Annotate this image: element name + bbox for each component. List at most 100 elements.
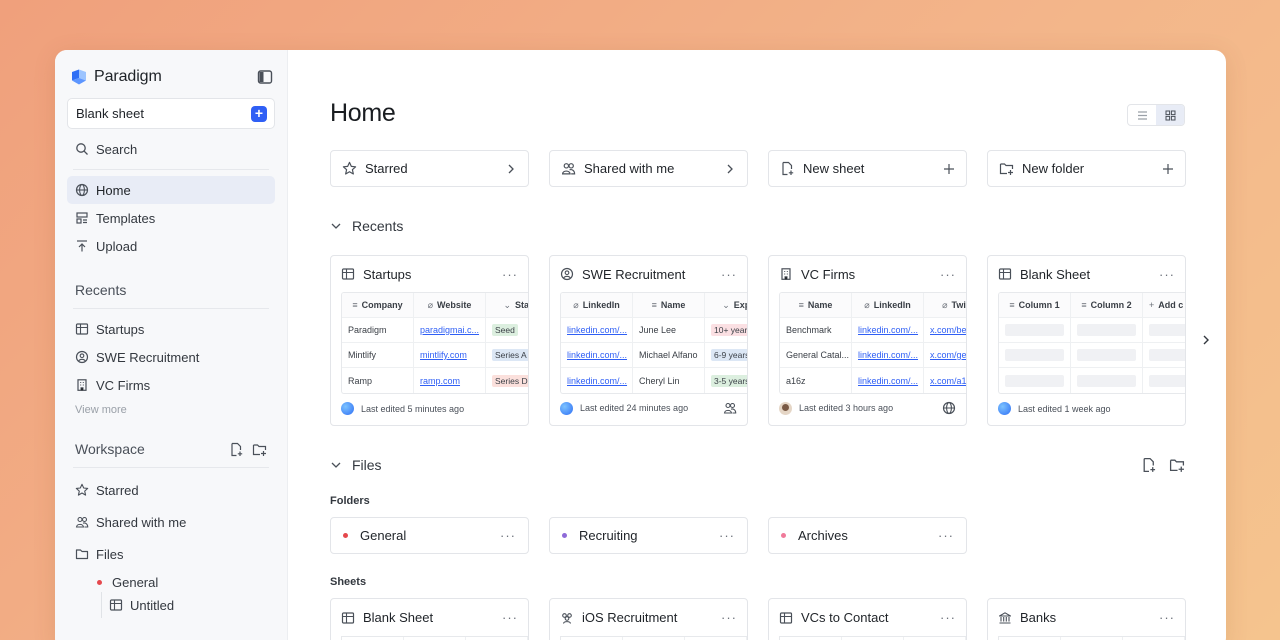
experience-tag: 3-5 years: [711, 374, 747, 387]
sheet-card-blank-sheet[interactable]: Blank Sheet ···: [330, 598, 529, 640]
sidebar-item-search[interactable]: Search: [67, 135, 275, 163]
table-icon: [341, 268, 355, 280]
sidebar-item-starred[interactable]: Starred: [67, 474, 275, 506]
card-footer: Last edited 5 minutes ago: [341, 402, 518, 415]
page-title: Home: [330, 99, 396, 127]
quick-starred-button[interactable]: Starred: [330, 150, 529, 187]
new-file-icon: [782, 161, 794, 176]
card-title: VC Firms: [801, 266, 856, 282]
more-options-icon[interactable]: ···: [500, 528, 516, 543]
preview-row: [999, 343, 1185, 368]
empty-cell-placeholder: [1149, 324, 1185, 336]
sidebar-item-shared[interactable]: Shared with me: [67, 506, 275, 538]
card-header: iOS Recruitment ···: [550, 599, 747, 636]
sheet-preview: ≡Company ⌀Website ⌄Stage Paradigm paradi…: [341, 292, 528, 394]
sidebar-recent-vc-firms[interactable]: VC Firms: [67, 371, 275, 399]
recent-card-startups[interactable]: Startups ··· ≡Company ⌀Website ⌄Stage Pa…: [330, 255, 529, 426]
list-view-button[interactable]: [1128, 105, 1156, 125]
recent-card-swe-recruitment[interactable]: SWE Recruitment ··· ⌀LinkedIn ≡Name ⌄Exp…: [549, 255, 748, 426]
star-icon: [75, 483, 89, 496]
sidebar-item-home[interactable]: Home: [67, 176, 275, 204]
recent-card-vc-firms[interactable]: VC Firms ··· ≡Name ⌀LinkedIn ⌀Twitte Ben…: [768, 255, 967, 426]
more-options-icon[interactable]: ···: [502, 267, 518, 282]
empty-cell-placeholder: [1005, 324, 1064, 336]
preview-cell: linkedin.com/...: [561, 318, 633, 342]
sidebar-item-upload[interactable]: Upload: [67, 232, 275, 260]
card-title: Banks: [1020, 610, 1057, 625]
folder-recruiting[interactable]: Recruiting ···: [549, 517, 748, 554]
preview-row: Ramp ramp.com Series D: [342, 368, 528, 393]
empty-cell-placeholder: [1077, 349, 1136, 361]
new-file-icon[interactable]: [229, 442, 244, 457]
stage-tag: Seed: [492, 324, 518, 336]
sidebar-item-templates[interactable]: Templates: [67, 204, 275, 232]
card-header: Banks ···: [988, 599, 1185, 636]
grid-view-button[interactable]: [1156, 105, 1184, 125]
more-options-icon[interactable]: ···: [940, 610, 956, 625]
card-footer: Last edited 1 week ago: [998, 402, 1175, 415]
sheets-list: Blank Sheet ··· iOS Recruitment ··· VCs …: [330, 598, 1186, 640]
recents-section-toggle[interactable]: Recents: [330, 218, 403, 234]
new-folder-icon[interactable]: [252, 442, 267, 457]
more-options-icon[interactable]: ···: [721, 267, 737, 282]
divider: [73, 169, 269, 170]
quick-new-sheet-button[interactable]: New sheet: [768, 150, 967, 187]
preview-cell: 3-5 years: [705, 368, 747, 393]
sidebar-recent-swe-recruitment[interactable]: SWE Recruitment: [67, 343, 275, 371]
more-options-icon[interactable]: ···: [721, 610, 737, 625]
preview-cell: [1143, 343, 1185, 367]
bank-icon: [998, 611, 1012, 624]
more-options-icon[interactable]: ···: [1159, 267, 1175, 282]
column-label: Exper: [733, 300, 747, 310]
more-options-icon[interactable]: ···: [940, 267, 956, 282]
chevron-right-icon[interactable]: [1200, 333, 1212, 347]
sidebar-collapse-icon[interactable]: [257, 69, 273, 85]
preview-cell: linkedin.com/...: [561, 368, 633, 393]
preview-cell: paradigmai.c...: [414, 318, 486, 342]
folder-general[interactable]: General ···: [330, 517, 529, 554]
link-text: x.com/be: [930, 325, 967, 335]
preview-cell: a16z: [780, 368, 852, 393]
experience-tag: 10+ years: [711, 324, 747, 336]
link-text: linkedin.com/...: [567, 375, 628, 386]
sheet-card-banks[interactable]: Banks ···: [987, 598, 1186, 640]
more-options-icon[interactable]: ···: [719, 528, 735, 543]
files-section-toggle[interactable]: Files: [330, 457, 382, 473]
folder-archives[interactable]: Archives ···: [768, 517, 967, 554]
sidebar-recent-startups[interactable]: Startups: [67, 315, 275, 343]
preview-row: [999, 318, 1185, 343]
view-more-link[interactable]: View more: [67, 399, 275, 421]
blank-sheet-label: Blank sheet: [76, 106, 144, 121]
sheet-card-vcs-to-contact[interactable]: VCs to Contact ···: [768, 598, 967, 640]
plus-icon: [1163, 163, 1173, 174]
new-file-icon[interactable]: [1141, 457, 1157, 473]
sidebar-item-label: VC Firms: [96, 377, 151, 393]
more-options-icon[interactable]: ···: [502, 610, 518, 625]
preview-row: Mintlify mintlify.com Series A: [342, 343, 528, 368]
chevron-right-icon: [727, 164, 733, 173]
card-title: VCs to Contact: [801, 610, 889, 625]
sidebar-sheet-untitled[interactable]: Untitled: [67, 592, 275, 618]
more-options-icon[interactable]: ···: [1159, 610, 1175, 625]
sidebar-item-files[interactable]: Files: [67, 538, 275, 570]
quick-shared-button[interactable]: Shared with me: [549, 150, 748, 187]
sheet-card-ios-recruitment[interactable]: iOS Recruitment ···: [549, 598, 748, 640]
stage-tag: Series D: [492, 374, 528, 387]
preview-cell: [1071, 318, 1143, 342]
sidebar-item-label: Shared with me: [96, 514, 187, 530]
more-options-icon[interactable]: ···: [938, 528, 954, 543]
preview-column-header: ≡ Column 2: [1071, 293, 1143, 317]
recent-card-blank-sheet[interactable]: Blank Sheet ··· ≡ Column 1 ≡ Column 2 + Add…: [987, 255, 1186, 426]
quick-new-folder-button[interactable]: New folder: [987, 150, 1186, 187]
preview-cell: x.com/be: [924, 318, 967, 342]
folder-color-dot: [343, 533, 348, 538]
card-footer: Last edited 24 minutes ago: [560, 401, 737, 415]
folder-label: Archives: [798, 528, 848, 543]
blank-sheet-button[interactable]: Blank sheet +: [67, 98, 275, 129]
sheet-preview: ≡Name ⌀LinkedIn ⌀Twitte Benchmark linked…: [779, 292, 967, 394]
grid-icon: [1165, 110, 1175, 120]
new-folder-icon[interactable]: [1169, 457, 1185, 473]
preview-header-row: ≡Company ⌀Website ⌄Stage: [342, 293, 528, 318]
sidebar-folder-general[interactable]: General: [67, 570, 275, 594]
folders-list: General ··· Recruiting ··· Archives ···: [330, 517, 967, 554]
